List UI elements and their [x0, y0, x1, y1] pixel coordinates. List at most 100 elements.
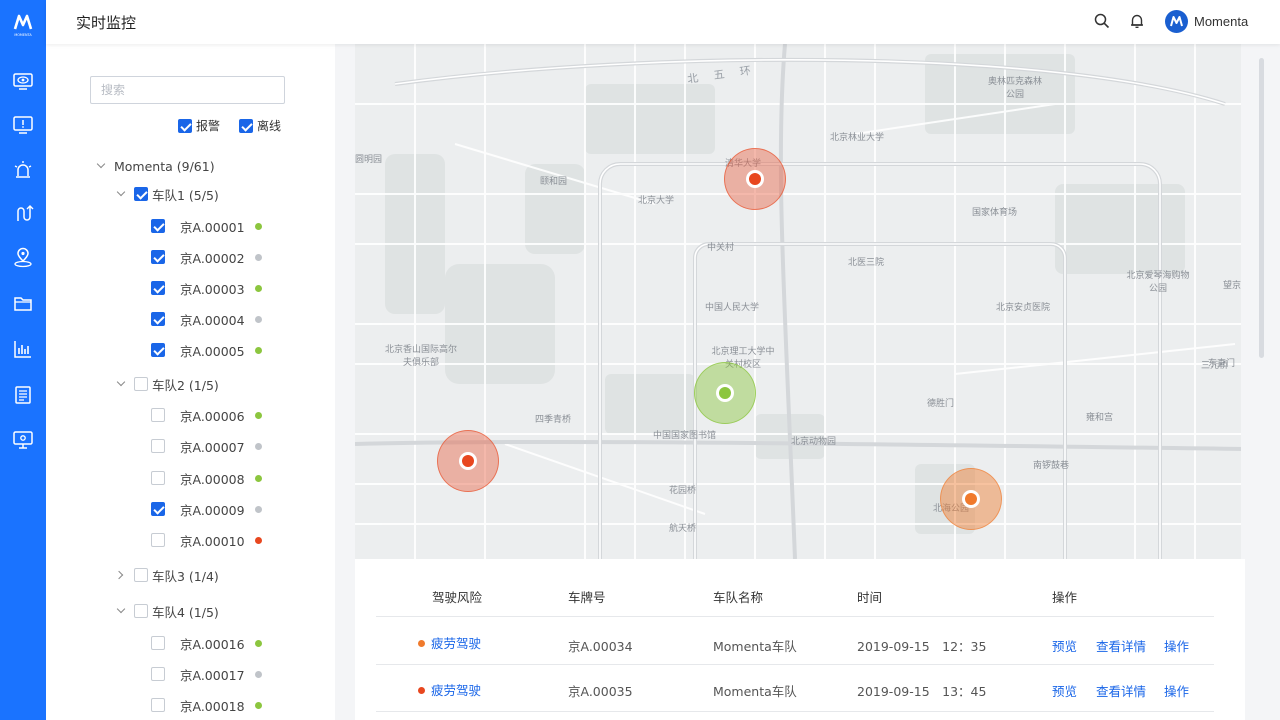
alarm-light-icon[interactable]	[11, 158, 35, 182]
vehicle-checkbox[interactable]	[151, 533, 165, 547]
table-header-risk[interactable]: 驾驶风险	[432, 587, 482, 606]
bar-chart-icon[interactable]	[11, 337, 35, 361]
map-label: 颐和园	[540, 177, 568, 187]
tree-group-3[interactable]: 车队3 (1/4)	[116, 565, 219, 585]
display-settings-icon[interactable]	[11, 428, 35, 452]
tree-group-4[interactable]: 车队4 (1/5)	[116, 601, 219, 621]
table-header-team[interactable]: 车队名称	[713, 587, 763, 606]
tree-vehicle[interactable]: 京A.00004	[151, 309, 262, 329]
screen-alert-icon[interactable]	[11, 113, 35, 137]
map-label: 雍和宫	[1086, 413, 1114, 423]
top-header: 实时监控 Momenta	[46, 0, 1280, 44]
tree-vehicle[interactable]: 京A.00003	[151, 278, 262, 298]
tree-vehicle[interactable]: 京A.00002	[151, 247, 262, 267]
group-checkbox[interactable]	[134, 568, 148, 582]
risk-label: 疲劳驾驶	[431, 636, 482, 651]
divider	[376, 711, 1214, 712]
tree-vehicle[interactable]: 京A.00001	[151, 216, 262, 236]
vehicle-checkbox[interactable]	[151, 439, 165, 453]
time-cell: 2019-09-15 12：35	[857, 639, 987, 654]
group-checkbox[interactable]	[134, 187, 148, 201]
risk-cell[interactable]: 疲劳驾驶	[418, 680, 481, 699]
monitor-eye-icon[interactable]	[11, 69, 35, 93]
search-input[interactable]	[90, 76, 285, 104]
vehicle-plate: 京A.00005	[180, 343, 245, 359]
vertical-scrollbar[interactable]	[1259, 58, 1264, 358]
status-dot	[254, 639, 262, 647]
vehicle-checkbox[interactable]	[151, 281, 165, 295]
marker-orange-east[interactable]	[940, 468, 1002, 530]
filter-alarm[interactable]: 报警	[178, 117, 220, 134]
tree-vehicle[interactable]: 京A.00010	[151, 530, 262, 550]
momenta-logo[interactable]: MOMENTA	[8, 8, 38, 38]
status-dot	[254, 253, 262, 261]
map-label: 南锣鼓巷	[1033, 461, 1070, 471]
vehicle-checkbox[interactable]	[151, 408, 165, 422]
status-dot	[254, 315, 262, 323]
marker-red-west[interactable]	[437, 430, 499, 492]
risk-label: 疲劳驾驶	[431, 683, 482, 698]
table-header-plate[interactable]: 车牌号	[568, 587, 606, 606]
vehicle-plate: 京A.00007	[180, 439, 245, 455]
table-header-actions: 操作	[1052, 590, 1078, 605]
avatar[interactable]	[1165, 10, 1188, 33]
operate-button[interactable]: 操作	[1164, 636, 1189, 655]
tree-vehicle[interactable]: 京A.00018	[151, 695, 262, 715]
details-button[interactable]: 查看详情	[1096, 636, 1146, 655]
team-cell: Momenta车队	[713, 684, 797, 699]
chevron-down-icon[interactable]	[116, 379, 126, 389]
group-checkbox[interactable]	[134, 377, 148, 391]
tree-vehicle[interactable]: 京A.00007	[151, 436, 262, 456]
table-header-time[interactable]: 时间	[857, 587, 882, 606]
tree-vehicle[interactable]: 京A.00016	[151, 633, 262, 653]
vehicle-checkbox[interactable]	[151, 667, 165, 681]
operate-button[interactable]: 操作	[1164, 681, 1189, 700]
tree-group-2[interactable]: 车队2 (1/5)	[116, 374, 219, 394]
group-checkbox[interactable]	[134, 604, 148, 618]
map-label: 北京爱琴海购物公园	[1126, 271, 1190, 294]
tree-vehicle[interactable]: 京A.00017	[151, 664, 262, 684]
marker-green-center[interactable]	[694, 362, 756, 424]
filter-offline[interactable]: 离线	[239, 117, 281, 134]
map-label: 圆明园	[355, 155, 383, 165]
filter-alarm-label: 报警	[196, 119, 221, 133]
preview-button[interactable]: 预览	[1052, 636, 1077, 655]
bell-icon[interactable]	[1128, 12, 1146, 30]
tree-vehicle[interactable]: 京A.00005	[151, 340, 262, 360]
marker-red-north[interactable]	[724, 148, 786, 210]
location-pin-icon[interactable]	[11, 246, 35, 270]
divider	[376, 664, 1214, 665]
folder-icon[interactable]	[11, 291, 35, 315]
chevron-right-icon[interactable]	[116, 570, 126, 580]
tree-vehicle[interactable]: 京A.00009	[151, 499, 262, 519]
filter-alarm-checkbox[interactable]	[178, 118, 192, 133]
vehicle-checkbox[interactable]	[151, 250, 165, 264]
report-list-icon[interactable]	[11, 383, 35, 407]
vehicle-checkbox[interactable]	[151, 312, 165, 326]
risk-cell[interactable]: 疲劳驾驶	[418, 633, 481, 652]
vehicle-checkbox[interactable]	[151, 636, 165, 650]
vehicle-checkbox[interactable]	[151, 471, 165, 485]
search-icon[interactable]	[1093, 12, 1111, 30]
details-button[interactable]: 查看详情	[1096, 681, 1146, 700]
group-label: 车队2 (1/5)	[152, 377, 219, 393]
route-icon[interactable]	[11, 202, 35, 226]
username[interactable]: Momenta	[1194, 14, 1248, 29]
vehicle-checkbox[interactable]	[151, 502, 165, 516]
plate-cell: 京A.00035	[568, 684, 633, 699]
map-view[interactable]: 北 五 环 奥林匹克森林公园 北京林业大学 圆明园 颐和园 清华大学 北京大学 …	[355, 44, 1245, 559]
tree-root[interactable]: Momenta (9/61)	[96, 156, 215, 176]
chevron-down-icon[interactable]	[116, 189, 126, 199]
preview-button[interactable]: 预览	[1052, 681, 1077, 700]
vehicle-checkbox[interactable]	[151, 343, 165, 357]
chevron-down-icon[interactable]	[96, 161, 106, 171]
vehicle-checkbox[interactable]	[151, 219, 165, 233]
filter-offline-checkbox[interactable]	[239, 118, 253, 133]
tree-vehicle[interactable]: 京A.00008	[151, 468, 262, 488]
tree-vehicle[interactable]: 京A.00006	[151, 405, 262, 425]
page-title: 实时监控	[76, 14, 137, 32]
tree-group-1[interactable]: 车队1 (5/5)	[116, 184, 219, 204]
vehicle-checkbox[interactable]	[151, 698, 165, 712]
status-dot	[254, 701, 262, 709]
chevron-down-icon[interactable]	[116, 606, 126, 616]
